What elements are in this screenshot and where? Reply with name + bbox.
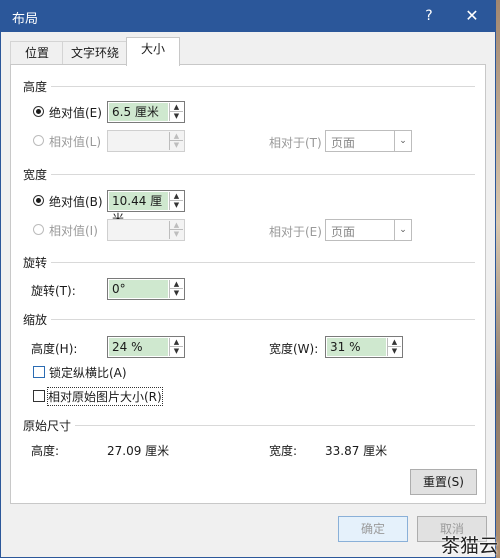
original-width-value: 33.87 厘米: [325, 444, 388, 458]
divider: [75, 425, 475, 426]
original-height-value: 27.09 厘米: [107, 444, 170, 458]
rotate-section-label: 旋转: [23, 256, 48, 270]
scale-section-label: 缩放: [23, 313, 48, 327]
width-relative-spinner[interactable]: ▲ ▼: [169, 221, 183, 239]
scale-width-label: 宽度(W):: [269, 342, 319, 356]
title-bar: 布局 ? ✕: [1, 1, 495, 32]
width-absolute-input[interactable]: 10.44 厘米 ▲▼: [107, 190, 185, 226]
width-relative-input[interactable]: ▲ ▼: [107, 219, 185, 241]
scale-height-spinner[interactable]: ▲ ▼: [169, 338, 183, 356]
lock-aspect-checkbox[interactable]: [33, 366, 45, 378]
close-icon[interactable]: ✕: [457, 5, 487, 27]
height-relative-input[interactable]: ▲ ▼: [107, 130, 185, 152]
height-relative-to-select[interactable]: 页面 ⌄: [325, 130, 412, 152]
original-width-label: 宽度:: [269, 444, 298, 458]
tab-size[interactable]: 大小: [126, 37, 180, 66]
dialog-title: 布局: [12, 12, 39, 27]
height-relative-radio[interactable]: [33, 135, 44, 146]
rotation-spinner[interactable]: ▲ ▼: [169, 280, 183, 298]
width-relative-value: [109, 221, 168, 239]
divider: [51, 319, 475, 320]
rotation-label: 旋转(T):: [31, 284, 76, 298]
height-absolute-value: 6.5 厘米: [109, 103, 168, 121]
lock-aspect-label: 锁定纵横比(A): [49, 366, 127, 380]
height-relative-to-value: 页面: [331, 136, 356, 150]
height-relative-to-label: 相对于(T): [269, 136, 322, 150]
original-height-label: 高度:: [31, 444, 60, 458]
chevron-down-icon: ⌄: [394, 131, 411, 151]
width-spinner[interactable]: ▲ ▼: [169, 192, 183, 210]
reset-button[interactable]: 重置(S): [410, 469, 477, 495]
height-section-label: 高度: [23, 80, 48, 94]
height-relative-label: 相对值(L): [49, 135, 102, 149]
height-absolute-radio[interactable]: [33, 106, 44, 117]
scale-height-label: 高度(H):: [31, 342, 78, 356]
width-absolute-radio[interactable]: [33, 195, 44, 206]
scale-width-value: 31 %: [327, 338, 386, 356]
size-panel: 高度 绝对值(E) 6.5 厘米 ▲ ▼ 相对值(L) ▲ ▼ 相对于(T) 页面 …: [10, 64, 486, 504]
scale-height-input[interactable]: 24 % ▲ ▼: [107, 336, 185, 358]
divider: [51, 86, 475, 87]
scale-width-spinner[interactable]: ▲ ▼: [387, 338, 401, 356]
tab-text-wrapping[interactable]: 文字环绕: [62, 41, 128, 65]
height-absolute-label: 绝对值(E): [49, 106, 102, 120]
width-relative-radio[interactable]: [33, 224, 44, 235]
height-absolute-input[interactable]: 6.5 厘米 ▲ ▼: [107, 101, 185, 123]
scale-width-input[interactable]: 31 % ▲ ▼: [325, 336, 403, 358]
divider: [51, 174, 475, 175]
rotation-value: 0°: [109, 280, 168, 298]
chevron-down-icon: ⌄: [394, 220, 411, 240]
original-section-label: 原始尺寸: [23, 419, 72, 433]
ok-button[interactable]: 确定: [338, 516, 408, 542]
layout-dialog: 布局 ? ✕ 位置 文字环绕 大小 高度 绝对值(E) 6.5 厘米 ▲ ▼ 相对…: [0, 0, 496, 558]
width-relative-to-select[interactable]: 页面 ⌄: [325, 219, 412, 241]
rotation-input[interactable]: 0° ▲ ▼: [107, 278, 185, 300]
watermark-text: 茶猫云: [440, 535, 498, 557]
width-absolute-value: 10.44 厘米: [109, 192, 168, 226]
help-button[interactable]: ?: [414, 5, 444, 27]
tab-position[interactable]: 位置: [10, 41, 64, 65]
relative-original-checkbox[interactable]: [33, 390, 45, 402]
scale-height-value: 24 %: [109, 338, 168, 356]
width-section-label: 宽度: [23, 168, 48, 182]
divider: [51, 262, 475, 263]
width-relative-label: 相对值(I): [49, 224, 98, 238]
height-spinner[interactable]: ▲ ▼: [169, 103, 183, 121]
height-relative-spinner[interactable]: ▲ ▼: [169, 132, 183, 150]
width-relative-to-label: 相对于(E): [269, 225, 322, 239]
width-absolute-label: 绝对值(B): [49, 195, 103, 209]
width-relative-to-value: 页面: [331, 225, 356, 239]
relative-original-label: 相对原始图片大小(R): [47, 387, 163, 406]
height-relative-value: [109, 132, 168, 150]
